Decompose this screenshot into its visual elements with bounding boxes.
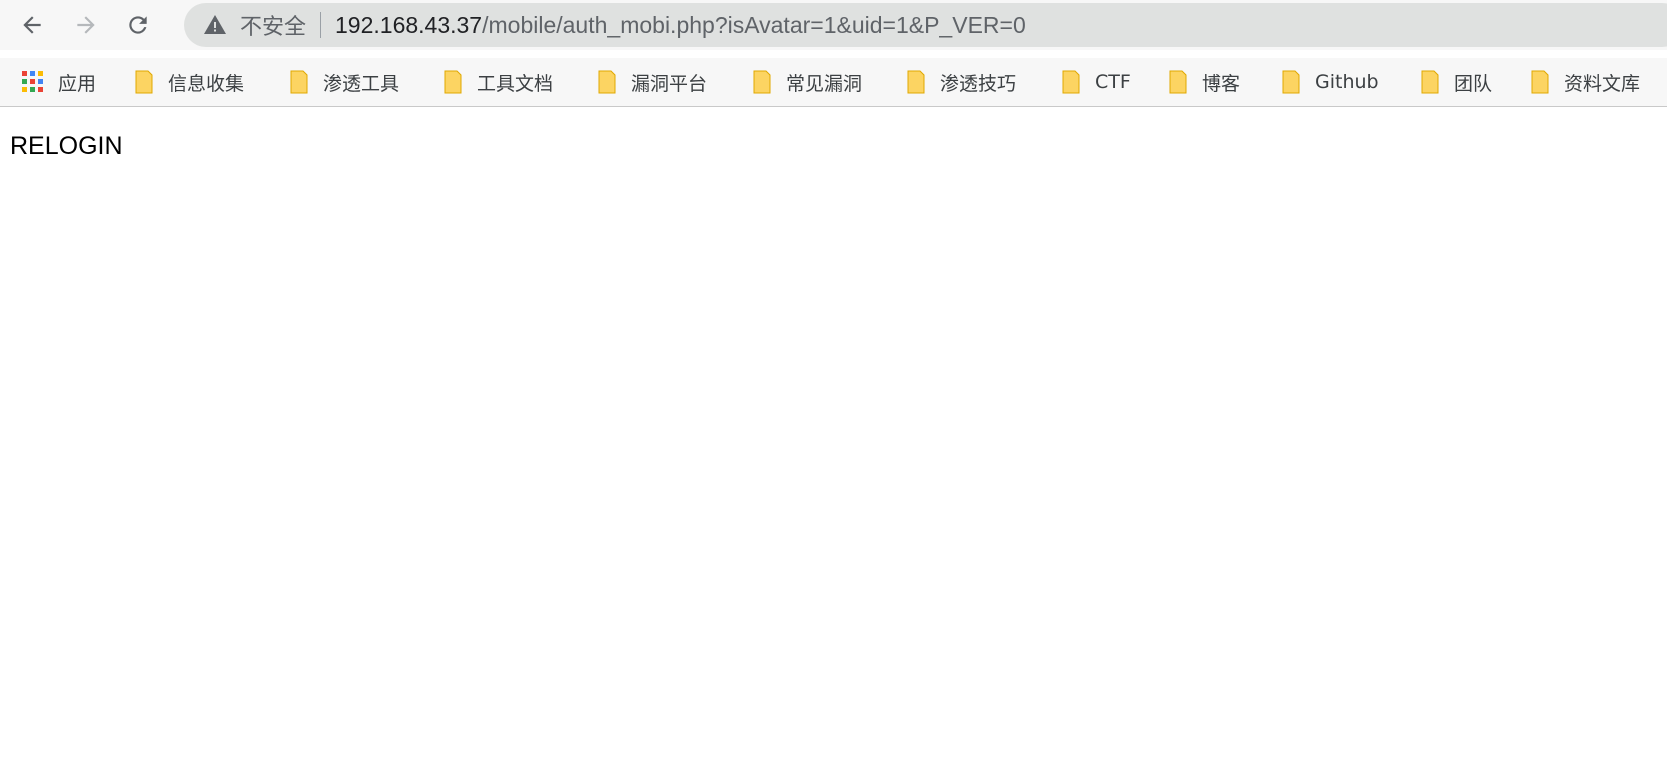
url-host: 192.168.43.37 bbox=[335, 11, 483, 38]
bookmark-label: 博客 bbox=[1202, 72, 1241, 95]
url-path: /mobile/auth_mobi.php?isAvatar=1&uid=1&P… bbox=[482, 11, 1026, 38]
folder-icon bbox=[290, 70, 308, 94]
bookmark-folder-tool-docs[interactable]: 工具文档 bbox=[443, 66, 553, 98]
address-bar[interactable]: 不安全 192.168.43.37/mobile/auth_mobi.php?i… bbox=[184, 3, 1667, 47]
folder-icon bbox=[1062, 70, 1080, 94]
page-body-text: RELOGIN bbox=[10, 132, 123, 160]
bookmark-folder-team[interactable]: 团队 bbox=[1420, 66, 1492, 98]
bookmark-label: 信息收集 bbox=[168, 72, 245, 95]
folder-icon bbox=[135, 70, 153, 94]
security-status-label[interactable]: 不安全 bbox=[240, 9, 306, 41]
bookmark-label: Github bbox=[1315, 71, 1379, 93]
bookmarks-bar: 应用 信息收集 渗透工具 工具文档 漏洞平台 常见漏洞 渗透技巧 CTF 博客 … bbox=[0, 58, 1667, 107]
folder-icon bbox=[1531, 70, 1549, 94]
bookmark-folder-ctf[interactable]: CTF bbox=[1061, 66, 1131, 98]
bookmark-label: 应用 bbox=[58, 72, 97, 95]
folder-icon bbox=[598, 70, 616, 94]
folder-icon bbox=[1282, 70, 1300, 94]
folder-icon bbox=[444, 70, 462, 94]
forward-button[interactable] bbox=[66, 5, 106, 45]
browser-toolbar: 不安全 192.168.43.37/mobile/auth_mobi.php?i… bbox=[0, 0, 1667, 50]
arrow-left-icon bbox=[23, 16, 41, 34]
bookmark-folder-vuln-platforms[interactable]: 漏洞平台 bbox=[597, 66, 707, 98]
reload-icon bbox=[129, 16, 147, 34]
bookmark-label: CTF bbox=[1095, 71, 1131, 93]
bookmark-label: 渗透工具 bbox=[323, 72, 400, 95]
bookmark-label: 资料文库 bbox=[1564, 72, 1641, 95]
bookmark-folder-github[interactable]: Github bbox=[1281, 66, 1379, 98]
folder-icon bbox=[753, 70, 771, 94]
bookmark-label: 工具文档 bbox=[477, 72, 554, 95]
bookmark-folder-common-vulns[interactable]: 常见漏洞 bbox=[752, 66, 862, 98]
apps-grid-icon bbox=[22, 71, 44, 93]
bookmark-label: 团队 bbox=[1454, 72, 1493, 95]
folder-icon bbox=[907, 70, 925, 94]
bookmark-label: 漏洞平台 bbox=[631, 72, 708, 95]
bookmark-label: 渗透技巧 bbox=[940, 72, 1017, 95]
url-text[interactable]: 192.168.43.37/mobile/auth_mobi.php?isAva… bbox=[335, 12, 1026, 39]
bookmark-folder-pentest-tips[interactable]: 渗透技巧 bbox=[906, 66, 1016, 98]
arrow-right-icon bbox=[77, 16, 95, 34]
bookmark-folder-blog[interactable]: 博客 bbox=[1168, 66, 1240, 98]
bookmark-label: 常见漏洞 bbox=[786, 72, 863, 95]
bookmark-folder-info-gathering[interactable]: 信息收集 bbox=[134, 66, 244, 98]
warning-triangle-icon[interactable] bbox=[202, 12, 228, 38]
address-bar-divider bbox=[320, 12, 322, 38]
folder-icon bbox=[1169, 70, 1187, 94]
folder-icon bbox=[1421, 70, 1439, 94]
reload-button[interactable] bbox=[118, 5, 158, 45]
back-button[interactable] bbox=[12, 5, 52, 45]
bookmark-folder-doc-library[interactable]: 资料文库 bbox=[1530, 66, 1640, 98]
bookmark-apps[interactable]: 应用 bbox=[22, 66, 96, 98]
bookmark-folder-pentest-tools[interactable]: 渗透工具 bbox=[289, 66, 399, 98]
